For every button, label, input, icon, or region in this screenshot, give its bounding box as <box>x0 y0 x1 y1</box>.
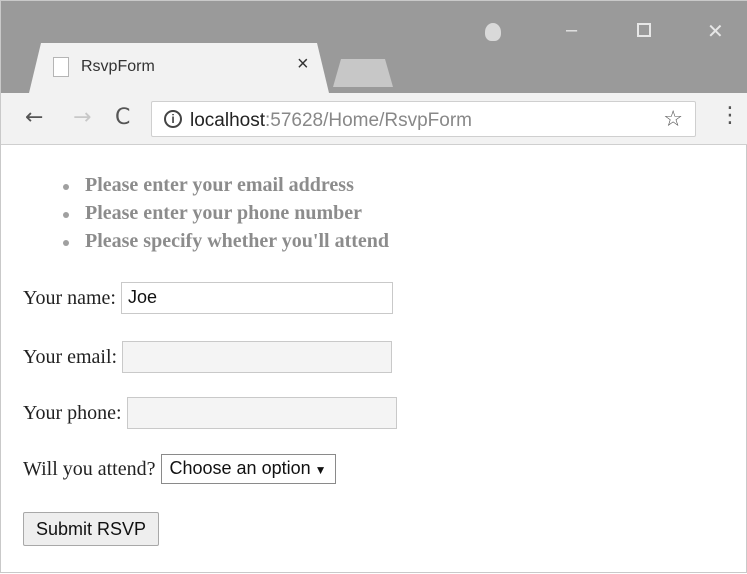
url-text: localhost:57628/Home/RsvpForm <box>190 110 472 132</box>
address-bar[interactable]: i localhost:57628/Home/RsvpForm ☆ <box>151 101 696 137</box>
browser-window: RsvpForm × – ✕ ← → C i localhost:57628/H… <box>0 0 747 573</box>
attend-row: Will you attend? Choose an option ▼ <box>23 454 336 484</box>
email-input[interactable] <box>122 341 393 373</box>
attend-selected-value: Choose an option <box>169 458 311 478</box>
name-row: Your name: Joe <box>23 282 393 314</box>
email-label: Your email: <box>23 345 118 368</box>
email-row: Your email: <box>23 341 393 373</box>
bookmark-star-icon[interactable]: ☆ <box>663 107 683 132</box>
back-arrow-icon[interactable]: ← <box>25 105 43 130</box>
url-path: :57628/Home/RsvpForm <box>265 110 472 131</box>
active-tab[interactable]: RsvpForm × <box>29 43 329 93</box>
info-icon[interactable]: i <box>164 110 182 128</box>
new-tab-button[interactable] <box>333 59 393 87</box>
attend-label: Will you attend? <box>23 457 156 480</box>
forward-arrow-icon[interactable]: → <box>73 105 91 130</box>
phone-input[interactable] <box>126 397 397 429</box>
validation-error: Please specify whether you'll attend <box>59 230 389 258</box>
phone-label: Your phone: <box>23 401 122 424</box>
name-input[interactable]: Joe <box>120 282 393 314</box>
validation-summary: Please enter your email address Please e… <box>59 174 389 258</box>
name-label: Your name: <box>23 286 116 309</box>
close-window-icon[interactable]: ✕ <box>707 19 724 44</box>
url-host: localhost <box>190 110 265 131</box>
browser-toolbar: ← → C i localhost:57628/Home/RsvpForm ☆ … <box>1 93 747 145</box>
validation-error: Please enter your email address <box>59 174 389 202</box>
dropdown-caret-icon: ▼ <box>314 463 327 477</box>
maximize-icon[interactable] <box>637 23 651 37</box>
profile-icon[interactable] <box>485 23 501 41</box>
minimize-icon[interactable]: – <box>566 19 577 42</box>
page-content: Please enter your email address Please e… <box>1 146 747 574</box>
tab-title: RsvpForm <box>81 58 155 75</box>
validation-error: Please enter your phone number <box>59 202 389 230</box>
tab-close-icon[interactable]: × <box>297 53 309 76</box>
reload-icon[interactable]: C <box>115 105 130 130</box>
page-favicon-icon <box>53 57 69 77</box>
browser-menu-icon[interactable]: ⋮ <box>719 103 741 128</box>
phone-row: Your phone: <box>23 397 397 429</box>
title-bar: RsvpForm × – ✕ <box>1 1 747 93</box>
attend-select[interactable]: Choose an option ▼ <box>160 454 336 484</box>
submit-rsvp-button[interactable]: Submit RSVP <box>23 512 160 546</box>
